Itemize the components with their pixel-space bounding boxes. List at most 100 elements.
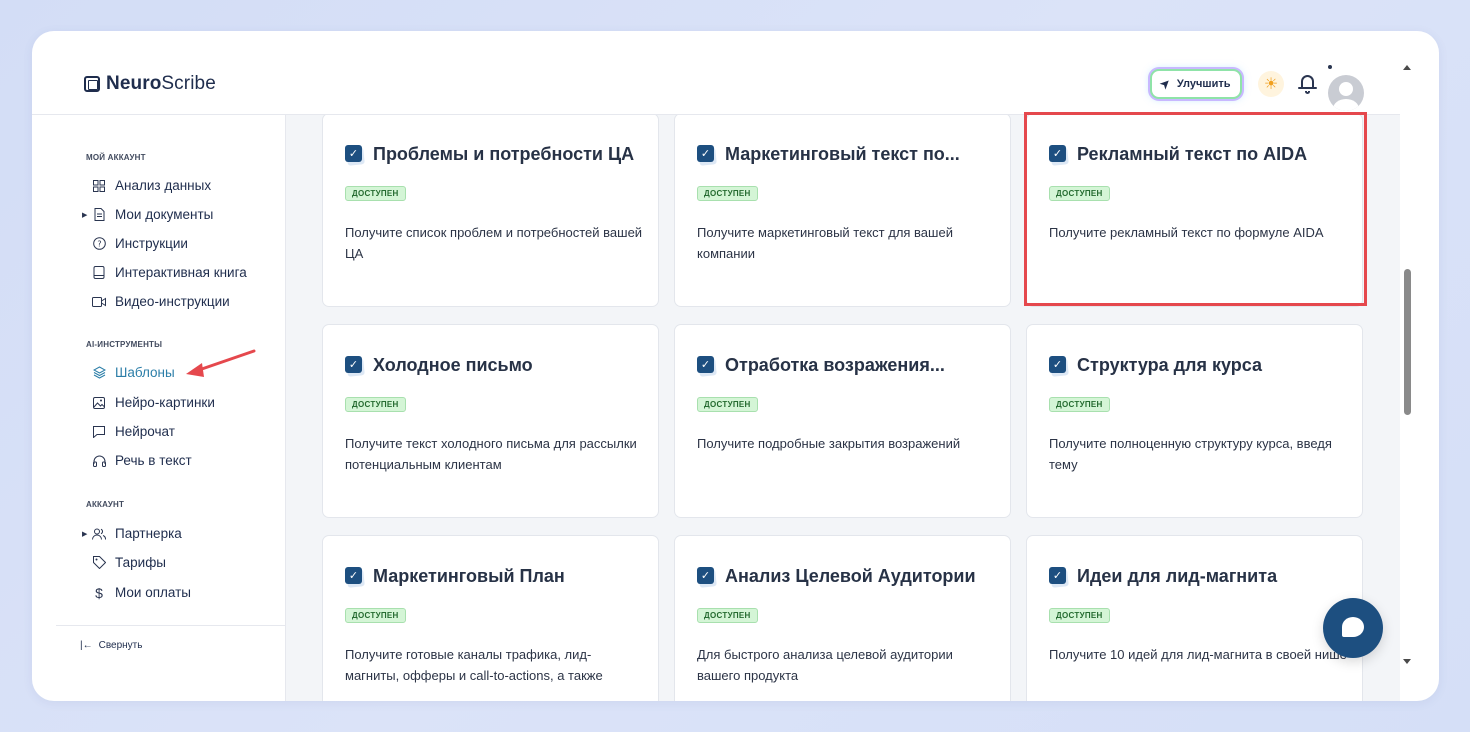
users-icon [92, 527, 106, 541]
expand-caret-icon[interactable]: ▶ [82, 530, 87, 538]
card-description: Получите готовые каналы трафика, лид-маг… [345, 647, 603, 683]
user-avatar[interactable] [1328, 75, 1364, 111]
collapse-arrow-icon: |← [80, 640, 93, 651]
sidebar-item-label: Мои документы [115, 207, 214, 222]
card-title: Отработка возражения... [725, 355, 945, 375]
card-title: Структура для курса [1077, 355, 1263, 375]
sidebar-footer-divider [56, 625, 286, 626]
support-chat-button[interactable] [1323, 598, 1383, 658]
sidebar-item-label: Видео-инструкции [115, 294, 230, 309]
checkbox-icon: ✓ [345, 144, 365, 166]
video-icon [92, 295, 106, 309]
section-title-ai-tools: AI-ИНСТРУМЕНТЫ [86, 340, 163, 349]
collapse-label: Свернуть [98, 640, 143, 651]
sidebar-item-neurochat[interactable]: Нейрочат [92, 424, 175, 439]
rocket-icon: ➤ [1155, 74, 1175, 93]
card-description: Получите подробные закрытия возражений [697, 436, 961, 451]
scroll-up-icon[interactable] [1403, 65, 1411, 70]
upgrade-label: Улучшить [1176, 78, 1231, 90]
status-badge: ДОСТУПЕН [345, 186, 406, 201]
app-logo[interactable]: NeuroScribe [84, 73, 216, 95]
sidebar-item-data-analysis[interactable]: Анализ данных [92, 178, 211, 193]
svg-text:?: ? [97, 240, 101, 249]
card-title: Маркетинговый текст по... [725, 144, 960, 164]
sidebar-item-label: Мои оплаты [115, 585, 191, 600]
collapse-sidebar-button[interactable]: |← Свернуть [80, 640, 142, 651]
app-window: NeuroScribe ➤ Улучшить ☀ МОЙ АККАУНТ Ана… [32, 31, 1439, 701]
expand-caret-icon[interactable]: ▶ [82, 211, 87, 219]
card-title: Холодное письмо [373, 355, 533, 375]
headphones-icon [92, 454, 106, 468]
section-title-my-account: МОЙ АККАУНТ [86, 153, 146, 162]
sidebar: МОЙ АККАУНТ Анализ данных ▶ Мои документ… [56, 115, 286, 701]
sidebar-item-instructions[interactable]: ? Инструкции [92, 236, 188, 251]
logo-text: NeuroScribe [106, 73, 216, 94]
sidebar-item-templates[interactable]: Шаблоны [92, 365, 175, 380]
card-description: Получите рекламный текст по формуле AIDA [1049, 225, 1324, 240]
status-badge: ДОСТУПЕН [345, 608, 406, 623]
sidebar-item-label: Инструкции [115, 236, 188, 251]
checkbox-icon: ✓ [697, 355, 717, 377]
checkbox-icon: ✓ [1049, 566, 1069, 588]
tag-icon [92, 556, 106, 570]
template-card[interactable]: ✓ Маркетинговый План ДОСТУПЕН Получите го… [322, 535, 659, 701]
template-card[interactable]: ✓ Холодное письмо ДОСТУПЕН Получите текст… [322, 324, 659, 518]
checkbox-icon: ✓ [697, 144, 717, 166]
sidebar-item-partners[interactable]: Партнерка [92, 526, 182, 541]
template-card[interactable]: ✓ Отработка возражения... ДОСТУПЕН Получи… [674, 324, 1011, 518]
sidebar-item-neuro-images[interactable]: Нейро-картинки [92, 395, 215, 410]
sidebar-item-my-documents[interactable]: Мои документы [92, 207, 213, 222]
status-badge: ДОСТУПЕН [1049, 186, 1110, 201]
notifications-bell-icon[interactable] [1297, 72, 1319, 96]
sidebar-item-speech-to-text[interactable]: Речь в текст [92, 453, 192, 468]
sidebar-item-label: Нейро-картинки [115, 395, 215, 410]
image-icon [92, 396, 106, 410]
card-description: Получите полноценную структуру курса, вв… [1049, 436, 1332, 472]
checkbox-icon: ✓ [345, 355, 365, 377]
chat-icon [92, 425, 106, 439]
sidebar-item-label: Интерактивная книга [115, 265, 247, 280]
sidebar-item-tariffs[interactable]: Тарифы [92, 555, 166, 570]
sidebar-item-video-instructions[interactable]: Видео-инструкции [92, 294, 230, 309]
sidebar-item-label: Тарифы [115, 555, 167, 570]
sidebar-item-my-payments[interactable]: $ Мои оплаты [92, 585, 191, 601]
help-circle-icon: ? [92, 237, 106, 251]
scrollbar-thumb[interactable] [1404, 269, 1411, 415]
sidebar-item-label: Анализ данных [115, 178, 212, 193]
logo-icon [84, 76, 100, 92]
card-title: Анализ Целевой Аудитории [725, 566, 976, 586]
card-description: Получите текст холодного письма для расс… [345, 436, 637, 472]
status-badge: ДОСТУПЕН [697, 608, 758, 623]
card-title: Рекламный текст по AIDA [1077, 144, 1308, 164]
page-scrollbar[interactable] [1400, 61, 1414, 671]
checkbox-icon: ✓ [1049, 144, 1069, 166]
status-badge: ДОСТУПЕН [1049, 608, 1110, 623]
sidebar-item-label: Партнерка [115, 526, 182, 541]
status-badge: ДОСТУПЕН [1049, 397, 1110, 412]
status-badge: ДОСТУПЕН [697, 397, 758, 412]
top-header: NeuroScribe ➤ Улучшить ☀ [32, 31, 1400, 115]
sidebar-item-label: Нейрочат [115, 424, 175, 439]
annotation-arrow-icon [186, 349, 256, 377]
section-title-account: АККАУНТ [86, 500, 125, 509]
template-card[interactable]: ✓ Идеи для лид-магнита ДОСТУПЕН Получите … [1026, 535, 1363, 701]
card-description: Получите список проблем и потребностей в… [345, 225, 643, 261]
status-badge: ДОСТУПЕН [697, 186, 758, 201]
card-description: Получите маркетинговый текст для вашей к… [697, 225, 953, 261]
scroll-down-icon[interactable] [1403, 659, 1411, 664]
template-card[interactable]: ✓ Маркетинговый текст по... ДОСТУПЕН Полу… [674, 115, 1011, 307]
sidebar-item-interactive-book[interactable]: Интерактивная книга [92, 265, 247, 280]
sidebar-item-label: Речь в текст [115, 453, 192, 468]
template-card[interactable]: ✓ Структура для курса ДОСТУПЕН Получите п… [1026, 324, 1363, 518]
checkbox-icon: ✓ [1049, 355, 1069, 377]
document-icon [92, 208, 106, 222]
template-card[interactable]: ✓ Анализ Целевой Аудитории ДОСТУПЕН Для б… [674, 535, 1011, 701]
templates-grid: ✓ Проблемы и потребности ЦА ДОСТУПЕН Полу… [286, 115, 1400, 701]
template-card[interactable]: ✓ Проблемы и потребности ЦА ДОСТУПЕН Полу… [322, 115, 659, 307]
grid-icon [92, 179, 106, 193]
theme-toggle-sun-icon[interactable]: ☀ [1258, 71, 1284, 97]
upgrade-button[interactable]: ➤ Улучшить [1150, 69, 1243, 99]
checkbox-icon: ✓ [697, 566, 717, 588]
template-card[interactable]: ✓ Рекламный текст по AIDA ДОСТУПЕН Получи… [1026, 115, 1363, 307]
layers-icon [92, 366, 106, 380]
